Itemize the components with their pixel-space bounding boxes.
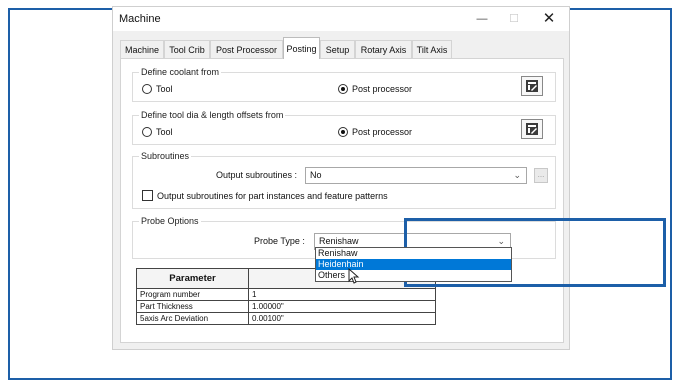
offsets-edit-button[interactable] [521,119,543,139]
edit-table-icon [526,123,538,135]
tab-post-processor[interactable]: Post Processor [210,40,283,59]
row-value[interactable]: 1.00000" [248,300,436,313]
tab-machine[interactable]: Machine [120,40,164,59]
coolant-group: Define coolant from Tool Post processor [132,67,556,102]
dropdown-option-others[interactable]: Others [316,270,511,281]
chevron-down-icon: ⌄ [513,170,521,180]
close-button[interactable]: ✕ [534,10,564,28]
subroutines-browse-button[interactable]: ... [534,168,548,183]
offsets-tool-radio[interactable]: Tool [142,127,173,137]
tab-posting[interactable]: Posting [283,37,320,59]
probe-type-dropdown-list[interactable]: Renishaw Heidenhain Others [315,247,512,282]
edit-table-icon [526,80,538,92]
row-name: Part Thickness [136,300,249,313]
tab-setup[interactable]: Setup [320,40,355,59]
coolant-tool-label: Tool [156,84,173,94]
offsets-tool-label: Tool [156,127,173,137]
radio-unchecked-icon [142,127,152,137]
maximize-button[interactable]: ☐ [499,10,529,28]
row-name: 5axis Arc Deviation [136,312,249,325]
part-instances-checkbox[interactable]: Output subroutines for part instances an… [142,190,388,201]
window-title: Machine [119,13,161,25]
minimize-button[interactable]: — [467,10,497,28]
radio-unchecked-icon [142,84,152,94]
mouse-pointer-icon [348,268,360,284]
checkbox-unchecked-icon [142,190,153,201]
coolant-post-label: Post processor [352,84,413,94]
coolant-edit-button[interactable] [521,76,543,96]
radio-checked-icon [338,84,348,94]
part-instances-checkbox-label: Output subroutines for part instances an… [157,190,388,201]
subroutines-group: Subroutines Output subroutines : No ⌄ ..… [132,151,556,209]
coolant-tool-radio[interactable]: Tool [142,84,173,94]
titlebar: Machine — ☐ ✕ [113,7,569,31]
machine-dialog: Machine — ☐ ✕ Machine Tool Crib Post Pro… [112,6,570,350]
coolant-group-title: Define coolant from [139,67,222,77]
offsets-post-radio[interactable]: Post processor [338,127,412,137]
row-value[interactable]: 1 [248,288,436,301]
output-subroutines-value: No [310,170,322,180]
parameter-column-header: Parameter [136,268,249,289]
dropdown-option-renishaw[interactable]: Renishaw [316,248,511,259]
offsets-group: Define tool dia & length offsets from To… [132,110,556,145]
probe-options-title: Probe Options [139,216,201,226]
row-name: Program number [136,288,249,301]
table-row[interactable]: Part Thickness 1.00000" [136,300,436,313]
dropdown-option-heidenhain[interactable]: Heidenhain [316,259,511,270]
posting-panel: Define coolant from Tool Post processor [120,58,564,343]
tab-tool-crib[interactable]: Tool Crib [164,40,210,59]
table-row[interactable]: Program number 1 [136,288,436,301]
row-value[interactable]: 0.00100" [248,312,436,325]
offsets-post-label: Post processor [352,127,413,137]
table-row[interactable]: 5axis Arc Deviation 0.00100" [136,312,436,325]
probe-type-label: Probe Type : [254,236,305,246]
coolant-post-radio[interactable]: Post processor [338,84,412,94]
radio-checked-icon [338,127,348,137]
tab-rotary-axis[interactable]: Rotary Axis [355,40,412,59]
subroutines-group-title: Subroutines [139,151,192,161]
tab-tilt-axis[interactable]: Tilt Axis [412,40,452,59]
output-subroutines-select[interactable]: No ⌄ [305,167,527,184]
probe-type-value: Renishaw [319,236,359,246]
offsets-group-title: Define tool dia & length offsets from [139,110,286,120]
output-subroutines-label: Output subroutines : [216,170,298,180]
